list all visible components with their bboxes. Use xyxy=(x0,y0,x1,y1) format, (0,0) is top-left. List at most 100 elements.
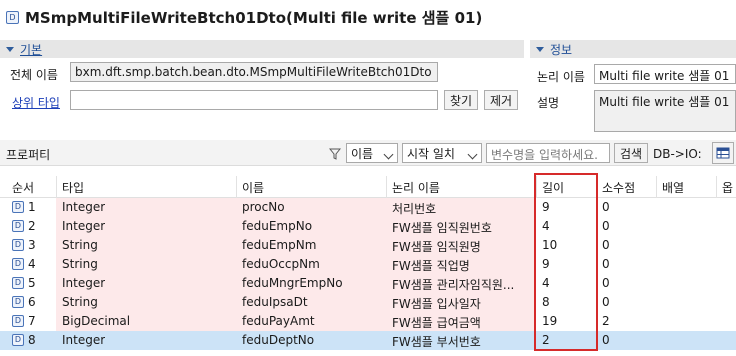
cell-type: String xyxy=(62,238,98,252)
column-header-logical-name[interactable]: 논리 이름 xyxy=(392,179,440,196)
remove-button[interactable]: 제거 xyxy=(484,90,518,110)
section-basic-header[interactable]: 기본 xyxy=(0,40,524,58)
column-header-array[interactable]: 배열 xyxy=(662,179,684,196)
cell-decimal: 0 xyxy=(602,238,610,252)
cell-type: Integer xyxy=(62,333,106,347)
property-label: 프로퍼티 xyxy=(6,148,51,162)
mapping-button[interactable] xyxy=(712,142,734,164)
field-icon: D xyxy=(12,334,24,346)
description-label: 설명 xyxy=(537,96,560,110)
search-button[interactable]: 검색 xyxy=(614,143,648,163)
column-header-decimal[interactable]: 소수점 xyxy=(602,179,635,196)
field-icon: D xyxy=(12,220,24,232)
cell-order: 6 xyxy=(28,295,36,309)
cell-order: 2 xyxy=(28,219,36,233)
search-input[interactable]: 변수명을 입력하세요. xyxy=(486,143,610,163)
cell-order: 5 xyxy=(28,276,36,290)
column-header-order[interactable]: 순서 xyxy=(12,179,34,196)
chevron-down-icon xyxy=(383,149,394,160)
description-field[interactable]: Multi file write 샘플 01 xyxy=(594,90,736,132)
cell-logical-name: FW샘플 임직원명 xyxy=(392,240,481,254)
match-mode-value: 시작 일치 xyxy=(407,146,455,161)
collapse-icon xyxy=(6,46,14,52)
cell-type: String xyxy=(62,295,98,309)
cell-type: String xyxy=(62,257,98,271)
section-basic-label: 기본 xyxy=(20,42,43,57)
cell-decimal: 0 xyxy=(602,219,610,233)
table-row[interactable]: D 3 String feduEmpNm FW샘플 임직원명 10 0 xyxy=(0,236,736,255)
cell-length: 2 xyxy=(542,333,550,347)
cell-logical-name: FW샘플 부서번호 xyxy=(392,335,481,349)
cell-order: 8 xyxy=(28,333,36,347)
cell-length: 9 xyxy=(542,257,550,271)
cell-order: 4 xyxy=(28,257,36,271)
cell-name: feduDeptNo xyxy=(242,333,315,347)
field-icon: D xyxy=(12,258,24,270)
full-name-field[interactable]: bxm.dft.smp.batch.bean.dto.MSmpMultiFile… xyxy=(70,62,438,82)
field-icon: D xyxy=(12,315,24,327)
cell-decimal: 0 xyxy=(602,295,610,309)
find-button[interactable]: 찾기 xyxy=(444,90,478,110)
field-icon: D xyxy=(12,201,24,213)
column-header-option[interactable]: 옵 xyxy=(722,179,733,196)
column-header-type[interactable]: 타입 xyxy=(62,179,84,196)
table-row[interactable]: D 4 String feduOccpNm FW샘플 직업명 9 0 xyxy=(0,255,736,274)
table-row-selected[interactable]: D 8 Integer feduDeptNo FW샘플 부서번호 2 0 xyxy=(0,331,736,350)
cell-type: Integer xyxy=(62,200,106,214)
cell-name: feduEmpNo xyxy=(242,219,313,233)
cell-length: 4 xyxy=(542,276,550,290)
cell-name: feduPayAmt xyxy=(242,314,315,328)
cell-type: BigDecimal xyxy=(62,314,131,328)
cell-name: feduOccpNm xyxy=(242,257,320,271)
db-io-label: DB->IO: xyxy=(653,147,702,161)
cell-decimal: 0 xyxy=(602,200,610,214)
cell-length: 10 xyxy=(542,238,558,252)
match-mode-combo[interactable]: 시작 일치 xyxy=(402,143,482,163)
table-mapping-icon xyxy=(716,147,730,159)
full-name-label: 전체 이름 xyxy=(10,68,58,82)
property-table: 순서 타입 이름 논리 이름 길이 소수점 배열 옵 D 1 Integer p… xyxy=(0,170,736,356)
cell-name: feduEmpNm xyxy=(242,238,317,252)
cell-decimal: 0 xyxy=(602,333,610,347)
cell-length: 9 xyxy=(542,200,550,214)
cell-order: 7 xyxy=(28,314,36,328)
page-title: MSmpMultiFileWriteBtch01Dto(Multi file w… xyxy=(25,8,483,27)
column-header-length[interactable]: 길이 xyxy=(542,179,564,196)
cell-decimal: 0 xyxy=(602,257,610,271)
field-icon: D xyxy=(12,296,24,308)
filter-icon[interactable] xyxy=(329,148,341,160)
table-row[interactable]: D 1 Integer procNo 처리번호 9 0 xyxy=(0,198,736,217)
cell-name: feduIpsaDt xyxy=(242,295,308,309)
cell-length: 4 xyxy=(542,219,550,233)
table-row[interactable]: D 6 String feduIpsaDt FW샘플 입사일자 8 0 xyxy=(0,293,736,312)
logical-name-label: 논리 이름 xyxy=(537,70,585,84)
cell-logical-name: FW샘플 급여금액 xyxy=(392,316,481,330)
cell-name: feduMngrEmpNo xyxy=(242,276,343,290)
cell-type: Integer xyxy=(62,219,106,233)
collapse-icon xyxy=(536,46,544,52)
table-row[interactable]: D 5 Integer feduMngrEmpNo FW샘플 관리자임직원...… xyxy=(0,274,736,293)
cell-name: procNo xyxy=(242,200,285,214)
field-icon: D xyxy=(12,239,24,251)
filter-field-combo[interactable]: 이름 xyxy=(346,143,398,163)
parent-type-field[interactable] xyxy=(70,90,438,110)
editor-title-bar: D MSmpMultiFileWriteBtch01Dto(Multi file… xyxy=(0,0,736,34)
table-row[interactable]: D 2 Integer feduEmpNo FW샘플 임직원번호 4 0 xyxy=(0,217,736,236)
section-info-header[interactable]: 정보 xyxy=(530,40,736,58)
dto-icon: D xyxy=(6,10,19,24)
table-row[interactable]: D 7 BigDecimal feduPayAmt FW샘플 급여금액 19 2 xyxy=(0,312,736,331)
field-icon: D xyxy=(12,277,24,289)
cell-order: 1 xyxy=(28,200,36,214)
column-header-name[interactable]: 이름 xyxy=(242,179,264,196)
cell-decimal: 2 xyxy=(602,314,610,328)
cell-length: 19 xyxy=(542,314,558,328)
cell-length: 8 xyxy=(542,295,550,309)
cell-order: 3 xyxy=(28,238,36,252)
table-header: 순서 타입 이름 논리 이름 길이 소수점 배열 옵 xyxy=(0,176,736,198)
cell-decimal: 0 xyxy=(602,276,610,290)
parent-type-link[interactable]: 상위 타입 xyxy=(12,94,60,111)
cell-logical-name: FW샘플 관리자임직원... xyxy=(392,278,515,292)
logical-name-field[interactable]: Multi file write 샘플 01 xyxy=(594,64,736,84)
filter-field-value: 이름 xyxy=(351,146,374,161)
chevron-down-icon xyxy=(467,149,478,160)
